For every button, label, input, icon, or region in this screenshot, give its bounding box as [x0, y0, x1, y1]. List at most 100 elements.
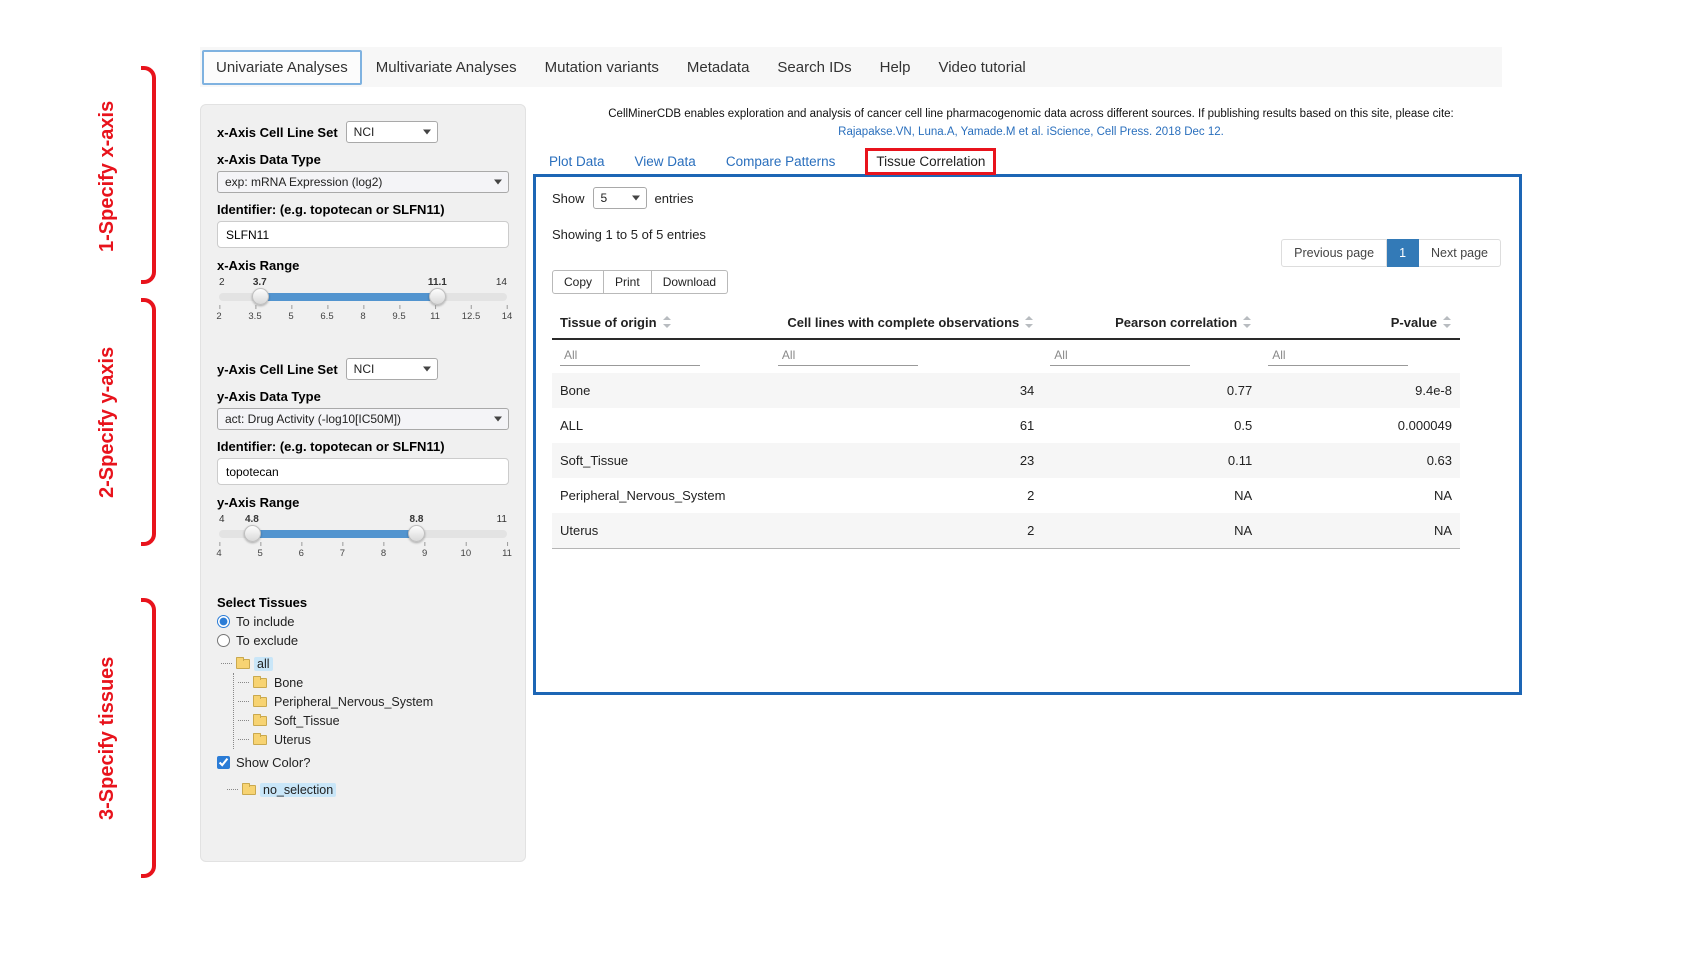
sort-icon[interactable]	[1443, 316, 1452, 328]
section-divider	[217, 577, 509, 595]
table-row: Bone340.779.4e-8	[552, 373, 1460, 408]
citation: CellMinerCDB enables exploration and ana…	[540, 106, 1522, 142]
x-axis-data-type-select[interactable]: exp: mRNA Expression (log2)	[217, 171, 509, 193]
tree-item-bone[interactable]: Bone	[238, 673, 509, 692]
folder-icon	[242, 785, 256, 795]
tree-item-no-selection[interactable]: no_selection	[227, 780, 509, 799]
x-axis-cell-line-set-select[interactable]: NCI	[346, 121, 438, 143]
tree-connector	[238, 739, 249, 740]
nav-tab-metadata[interactable]: Metadata	[673, 50, 764, 85]
slider-tick: 8	[360, 311, 365, 322]
sidebar-controls: x-Axis Cell Line Set NCI x-Axis Data Typ…	[200, 104, 526, 862]
cell-pearson: 0.77	[1042, 373, 1260, 408]
y-axis-cell-line-set-select[interactable]: NCI	[346, 358, 438, 380]
slider-handle-low[interactable]	[252, 288, 269, 305]
y-axis-range-slider[interactable]: 4 4.8 8.8 11 4567891011	[219, 514, 507, 563]
folder-icon	[253, 716, 267, 726]
show-color-checkbox[interactable]	[217, 756, 230, 769]
entries-label: entries	[655, 191, 694, 206]
tree-item-label: all	[254, 657, 273, 671]
print-button[interactable]: Print	[604, 270, 652, 294]
tree-item-all[interactable]: all	[221, 654, 509, 673]
nav-tab-univariate-analyses[interactable]: Univariate Analyses	[202, 50, 362, 85]
filter-tissue-input[interactable]	[560, 345, 700, 366]
y-axis-identifier-input[interactable]	[217, 458, 509, 485]
tissue-correlation-table: Tissue of origin Cell lines with complet…	[552, 307, 1460, 549]
cell-tissue: Bone	[552, 373, 770, 408]
chevron-down-icon	[632, 196, 640, 201]
annotation-step2-label: 2-Specify y-axis	[96, 300, 119, 545]
slider-handle-high[interactable]	[429, 288, 446, 305]
to-include-option[interactable]: To include	[217, 614, 509, 629]
nav-tab-video-tutorial[interactable]: Video tutorial	[924, 50, 1039, 85]
slider-track	[219, 293, 507, 301]
tree-item-label: no_selection	[260, 783, 336, 797]
filter-pearson-input[interactable]	[1050, 345, 1190, 366]
page-size-select[interactable]: 5	[593, 187, 647, 209]
tab-plot-data[interactable]: Plot Data	[549, 154, 605, 169]
header-tissue-of-origin[interactable]: Tissue of origin	[552, 307, 770, 339]
select-tissues-label: Select Tissues	[217, 595, 509, 610]
page-size-value: 5	[601, 191, 608, 205]
tree-item-uterus[interactable]: Uterus	[238, 730, 509, 749]
previous-page-button[interactable]: Previous page	[1281, 239, 1387, 267]
show-color-option[interactable]: Show Color?	[217, 755, 509, 770]
tree-item-soft-tissue[interactable]: Soft_Tissue	[238, 711, 509, 730]
header-label: Tissue of origin	[560, 315, 657, 330]
sort-icon[interactable]	[1025, 316, 1034, 328]
sort-icon[interactable]	[663, 316, 672, 328]
slider-track	[219, 530, 507, 538]
y-axis-data-type-select[interactable]: act: Drug Activity (-log10[IC50M])	[217, 408, 509, 430]
tree-item-peripheral-nervous-system[interactable]: Peripheral_Nervous_System	[238, 692, 509, 711]
slider-handle-low[interactable]	[244, 525, 261, 542]
slider-tick: 3.5	[248, 311, 261, 322]
x-axis-cell-line-set-row: x-Axis Cell Line Set NCI	[217, 121, 509, 143]
header-p-value[interactable]: P-value	[1260, 307, 1460, 339]
to-exclude-radio[interactable]	[217, 634, 230, 647]
slider-selected-bar	[252, 530, 417, 538]
header-pearson-correlation[interactable]: Pearson correlation	[1042, 307, 1260, 339]
download-button[interactable]: Download	[652, 270, 728, 294]
tab-tissue-correlation[interactable]: Tissue Correlation	[865, 148, 996, 175]
filter-p-value-input[interactable]	[1268, 345, 1408, 366]
tab-view-data[interactable]: View Data	[635, 154, 696, 169]
nav-tab-search-ids[interactable]: Search IDs	[763, 50, 865, 85]
next-page-button[interactable]: Next page	[1419, 239, 1501, 267]
to-include-radio[interactable]	[217, 615, 230, 628]
x-axis-range-slider[interactable]: 2 3.7 11.1 14 23.556.589.51112.514	[219, 277, 507, 326]
folder-icon	[236, 659, 250, 669]
folder-icon	[253, 735, 267, 745]
tissue-correlation-panel: Show 5 entries Showing 1 to 5 of 5 entri…	[533, 174, 1522, 695]
slider-handle-high[interactable]	[408, 525, 425, 542]
nav-tab-help[interactable]: Help	[866, 50, 925, 85]
slider-tick: 12.5	[462, 311, 481, 322]
slider-max-label: 14	[496, 277, 507, 288]
citation-link[interactable]: Rajapakse.VN, Luna.A, Yamade.M et al. iS…	[540, 124, 1522, 142]
filter-cell-lines-input[interactable]	[778, 345, 918, 366]
slider-tick: 11	[430, 311, 440, 322]
copy-button[interactable]: Copy	[552, 270, 604, 294]
cell-cell-lines: 61	[770, 408, 1042, 443]
page-1-button[interactable]: 1	[1387, 239, 1419, 267]
show-color-label: Show Color?	[236, 755, 310, 770]
header-cell-lines[interactable]: Cell lines with complete observations	[770, 307, 1042, 339]
slider-value-labels: 4 4.8 8.8 11	[219, 514, 507, 527]
header-label: P-value	[1391, 315, 1437, 330]
cell-pearson: 0.5	[1042, 408, 1260, 443]
slider-tick: 2	[216, 311, 221, 322]
to-exclude-option[interactable]: To exclude	[217, 633, 509, 648]
cell-cell-lines: 23	[770, 443, 1042, 478]
cell-p-value: NA	[1260, 478, 1460, 513]
nav-tab-mutation-variants[interactable]: Mutation variants	[531, 50, 673, 85]
nav-tab-multivariate-analyses[interactable]: Multivariate Analyses	[362, 50, 531, 85]
x-axis-identifier-input[interactable]	[217, 221, 509, 248]
chevron-down-icon	[423, 130, 431, 135]
tab-compare-patterns[interactable]: Compare Patterns	[726, 154, 836, 169]
slider-low-label: 3.7	[253, 277, 267, 288]
cell-p-value: 0.000049	[1260, 408, 1460, 443]
slider-tick: 7	[340, 548, 345, 559]
table-row: Uterus2NANA	[552, 513, 1460, 549]
tree-connector	[238, 720, 249, 721]
y-axis-cell-line-set-row: y-Axis Cell Line Set NCI	[217, 358, 509, 380]
sort-icon[interactable]	[1243, 316, 1252, 328]
